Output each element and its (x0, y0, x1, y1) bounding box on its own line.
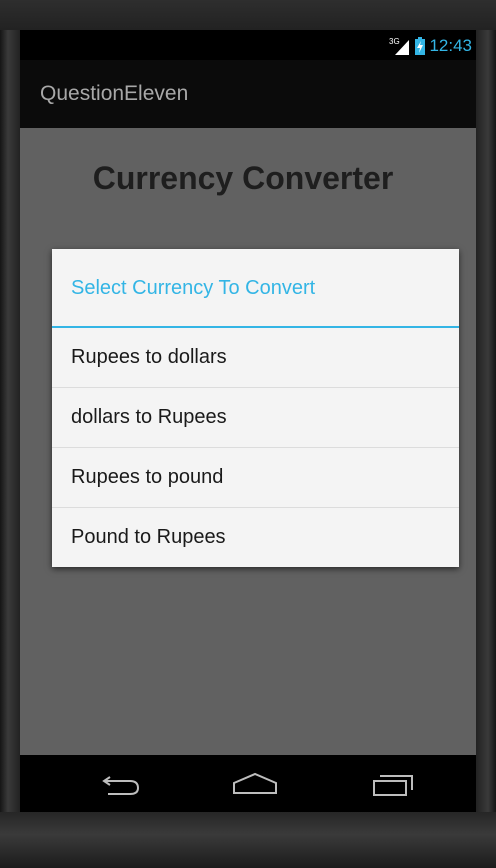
back-button[interactable] (96, 769, 146, 799)
status-bar: 3G 12:43 (20, 30, 476, 60)
status-icons: 3G 12:43 (389, 36, 472, 56)
dialog-option-list: Rupees to dollars dollars to Rupees Rupe… (52, 328, 459, 567)
device-frame: 3G 12:43 QuestionEleven Currency Convert… (0, 0, 496, 868)
network-type-label: 3G (389, 37, 400, 46)
home-icon (233, 772, 277, 794)
option-rupees-to-dollars[interactable]: Rupees to dollars (52, 328, 459, 388)
option-rupees-to-pound[interactable]: Rupees to pound (52, 448, 459, 508)
device-bottom-bezel (0, 812, 496, 868)
main-content: Currency Converter Select Currency To Co… (20, 128, 476, 755)
battery-icon (415, 37, 426, 55)
option-pound-to-rupees[interactable]: Pound to Rupees (52, 508, 459, 567)
recents-button[interactable] (366, 769, 416, 799)
clock: 12:43 (429, 36, 472, 55)
screen: 3G 12:43 QuestionEleven Currency Convert… (20, 30, 476, 812)
navigation-bar (20, 755, 476, 812)
home-button[interactable] (230, 769, 280, 799)
option-dollars-to-rupees[interactable]: dollars to Rupees (52, 388, 459, 448)
device-top-bezel (0, 0, 496, 30)
signal-icon: 3G (389, 37, 411, 55)
dialog-title: Select Currency To Convert (71, 277, 316, 299)
app-title: QuestionEleven (40, 82, 189, 105)
recents-icon (373, 775, 413, 796)
action-bar: QuestionEleven (20, 60, 476, 128)
currency-select-dialog: Select Currency To Convert Rupees to dol… (52, 249, 459, 567)
page-heading: Currency Converter (92, 160, 394, 196)
back-icon (102, 776, 140, 795)
